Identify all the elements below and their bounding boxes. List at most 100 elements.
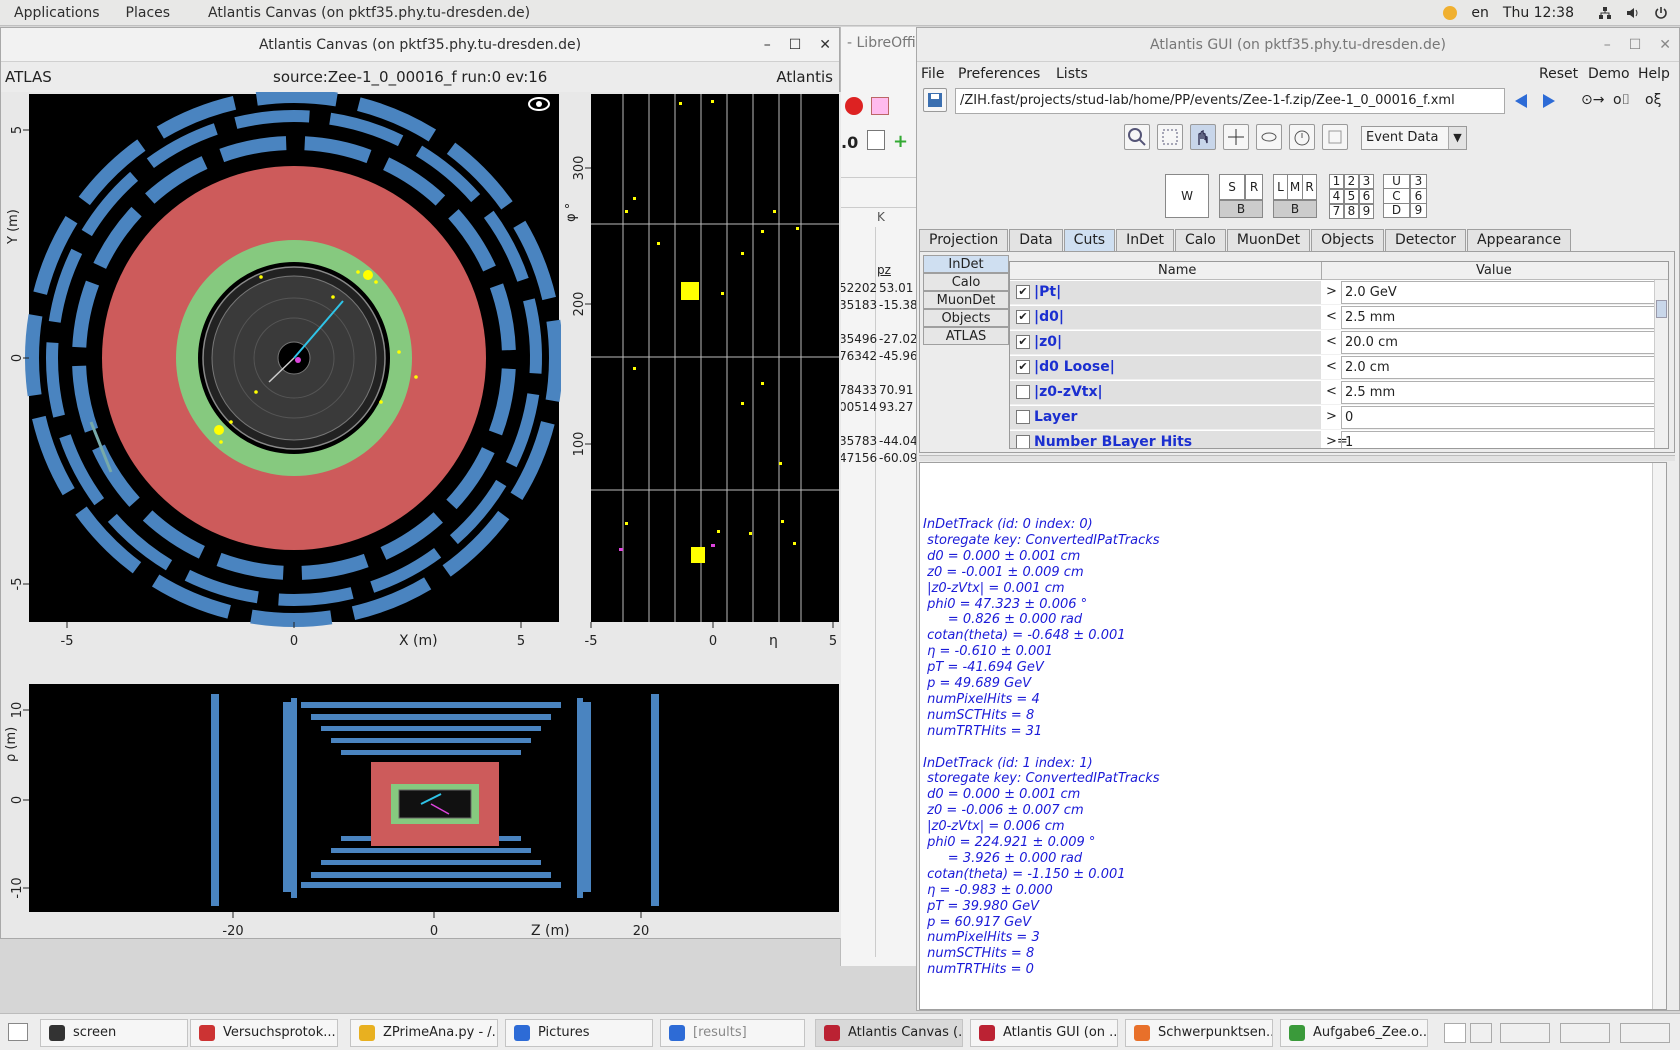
cut-operator[interactable]: > [1326,284,1337,299]
window-copy-tool-icon[interactable] [1322,124,1348,150]
window-d-button[interactable]: D [1383,203,1410,218]
output-scrollbar[interactable] [1652,463,1666,1009]
window-grid-button-6[interactable]: 6 [1359,189,1374,204]
workspace-1[interactable] [1444,1023,1466,1043]
cut-operator[interactable]: < [1326,384,1337,399]
window-r-button[interactable]: R [1245,174,1263,200]
taskbar-item[interactable]: Versuchsprotok... [190,1019,338,1047]
window-b-button[interactable]: B [1219,200,1263,218]
window-r2-button[interactable]: R [1302,174,1317,200]
menu-demo[interactable]: Demo [1588,66,1630,82]
tab-detector[interactable]: Detector [1384,229,1466,251]
settings-mode-icon[interactable]: οξ [1645,92,1661,108]
window-9-button[interactable]: 9 [1410,203,1427,218]
side-tab-atlas[interactable]: ATLAS [923,327,1009,345]
menu-help[interactable]: Help [1638,66,1670,82]
minimize-button[interactable]: – [764,28,771,62]
crosshair-tool-icon[interactable] [1223,124,1249,150]
window-m-button[interactable]: M [1287,174,1303,200]
taskbar-item[interactable]: ZPrimeAna.py - /... [350,1019,498,1047]
loop-mode-icon[interactable]: ⊙→ [1581,92,1604,108]
window-grid-button-8[interactable]: 8 [1344,204,1359,219]
window-grid-button-4[interactable]: 4 [1329,189,1344,204]
pick-hand-tool-icon[interactable] [1190,124,1216,150]
tab-objects[interactable]: Objects [1311,229,1384,251]
window-grid-button-5[interactable]: 5 [1344,189,1359,204]
window-grid-button-1[interactable]: 1 [1329,174,1344,189]
taskbar-item[interactable]: screen [40,1019,188,1047]
cut-value-field[interactable]: 1 [1341,431,1659,448]
chart-tool-icon[interactable] [845,97,863,115]
cut-value-field[interactable]: 2.5 mm [1341,381,1659,404]
calendar-icon[interactable] [867,130,885,150]
window-s-button[interactable]: S [1219,174,1245,200]
sheet-cell[interactable]: 35183 [841,298,877,312]
taskbar-item[interactable]: Atlantis GUI (on ... [970,1019,1118,1047]
cuts-scrollbar[interactable] [1654,280,1668,448]
cut-operator[interactable]: > [1326,409,1337,424]
close-button[interactable]: ✕ [1659,28,1671,62]
zoom-tool-icon[interactable] [1124,124,1150,150]
rubberband-tool-icon[interactable] [1157,124,1183,150]
cut-enable-checkbox[interactable] [1016,410,1030,424]
workspace-5[interactable] [1620,1023,1670,1043]
save-icon[interactable] [923,88,947,112]
chevron-down-icon[interactable]: ▼ [1448,127,1466,149]
volume-icon[interactable] [1626,6,1640,20]
cut-value-field[interactable]: 2.5 mm [1341,306,1659,329]
tab-indet[interactable]: InDet [1116,229,1174,251]
window-c-button[interactable]: C [1383,188,1410,204]
side-tab-muondet[interactable]: MuonDet [923,291,1009,309]
event-data-select[interactable]: Event Data ▼ [1361,126,1467,150]
sheet-cell[interactable]: 35496 [841,332,877,346]
tab-data[interactable]: Data [1009,229,1063,251]
sheet-cell-pz[interactable]: 93.27 [879,400,913,414]
cut-enable-checkbox[interactable] [1016,435,1030,448]
tab-muondet[interactable]: MuonDet [1226,229,1311,251]
cut-enable-checkbox[interactable] [1016,385,1030,399]
image-tool-icon[interactable] [871,97,889,115]
menu-preferences[interactable]: Preferences [958,66,1040,82]
clock-tool-icon[interactable] [1289,124,1315,150]
side-tab-calo[interactable]: Calo [923,273,1009,291]
taskbar-item[interactable]: [results] [660,1019,805,1047]
event-file-path-field[interactable]: /ZIH.fast/projects/stud-lab/home/PP/even… [955,88,1505,114]
window-u-button[interactable]: U [1383,174,1410,189]
workspace-4[interactable] [1560,1023,1610,1043]
sheet-cell[interactable]: 35783 [841,434,877,448]
xy-projection-view[interactable]: Y (m) 5 0 -5 -5 0 5 X (m) [1,92,561,682]
tab-appearance[interactable]: Appearance [1467,229,1572,251]
side-tab-objects[interactable]: Objects [923,309,1009,327]
sheet-cell-pz[interactable]: -60.09 [879,451,918,465]
window-l-button[interactable]: L [1273,174,1288,200]
maximize-button[interactable]: ☐ [789,28,802,62]
show-desktop-icon[interactable] [8,1023,28,1041]
menu-reset[interactable]: Reset [1539,66,1578,82]
sheet-cell-pz[interactable]: -15.38 [879,298,918,312]
side-tab-indet[interactable]: InDet [923,255,1009,273]
taskbar-item[interactable]: Aufgabe6_Zee.o... [1280,1019,1428,1047]
fisheye-tool-icon[interactable] [1256,124,1282,150]
cut-operator[interactable]: < [1326,309,1337,324]
tab-calo[interactable]: Calo [1175,229,1226,251]
canvas-titlebar[interactable]: Atlantis Canvas (on pktf35.phy.tu-dresde… [1,28,839,62]
sheet-cell[interactable]: 47156 [841,451,877,465]
tab-cuts[interactable]: Cuts [1063,229,1116,251]
sheet-cell-pz[interactable]: -45.96 [879,349,918,363]
cut-enable-checkbox[interactable]: ✔ [1016,285,1030,299]
window-b2-button[interactable]: B [1273,200,1317,218]
taskbar-item[interactable]: Pictures [505,1019,653,1047]
power-icon[interactable] [1654,6,1668,20]
window-w-button[interactable]: W [1165,174,1209,218]
cut-operator[interactable]: < [1326,359,1337,374]
next-event-icon[interactable] [1537,90,1559,112]
cut-enable-checkbox[interactable]: ✔ [1016,360,1030,374]
taskbar-item[interactable]: Schwerpunktsen... [1125,1019,1273,1047]
clock[interactable]: Thu 12:38 [1503,5,1574,21]
cut-operator[interactable]: < [1326,334,1337,349]
cut-enable-checkbox[interactable]: ✔ [1016,310,1030,324]
sequence-mode-icon[interactable]: ο⌷ [1613,92,1630,108]
cut-value-field[interactable]: 2.0 GeV [1341,281,1659,304]
menu-file[interactable]: File [921,66,944,82]
updates-icon[interactable] [1443,6,1458,20]
